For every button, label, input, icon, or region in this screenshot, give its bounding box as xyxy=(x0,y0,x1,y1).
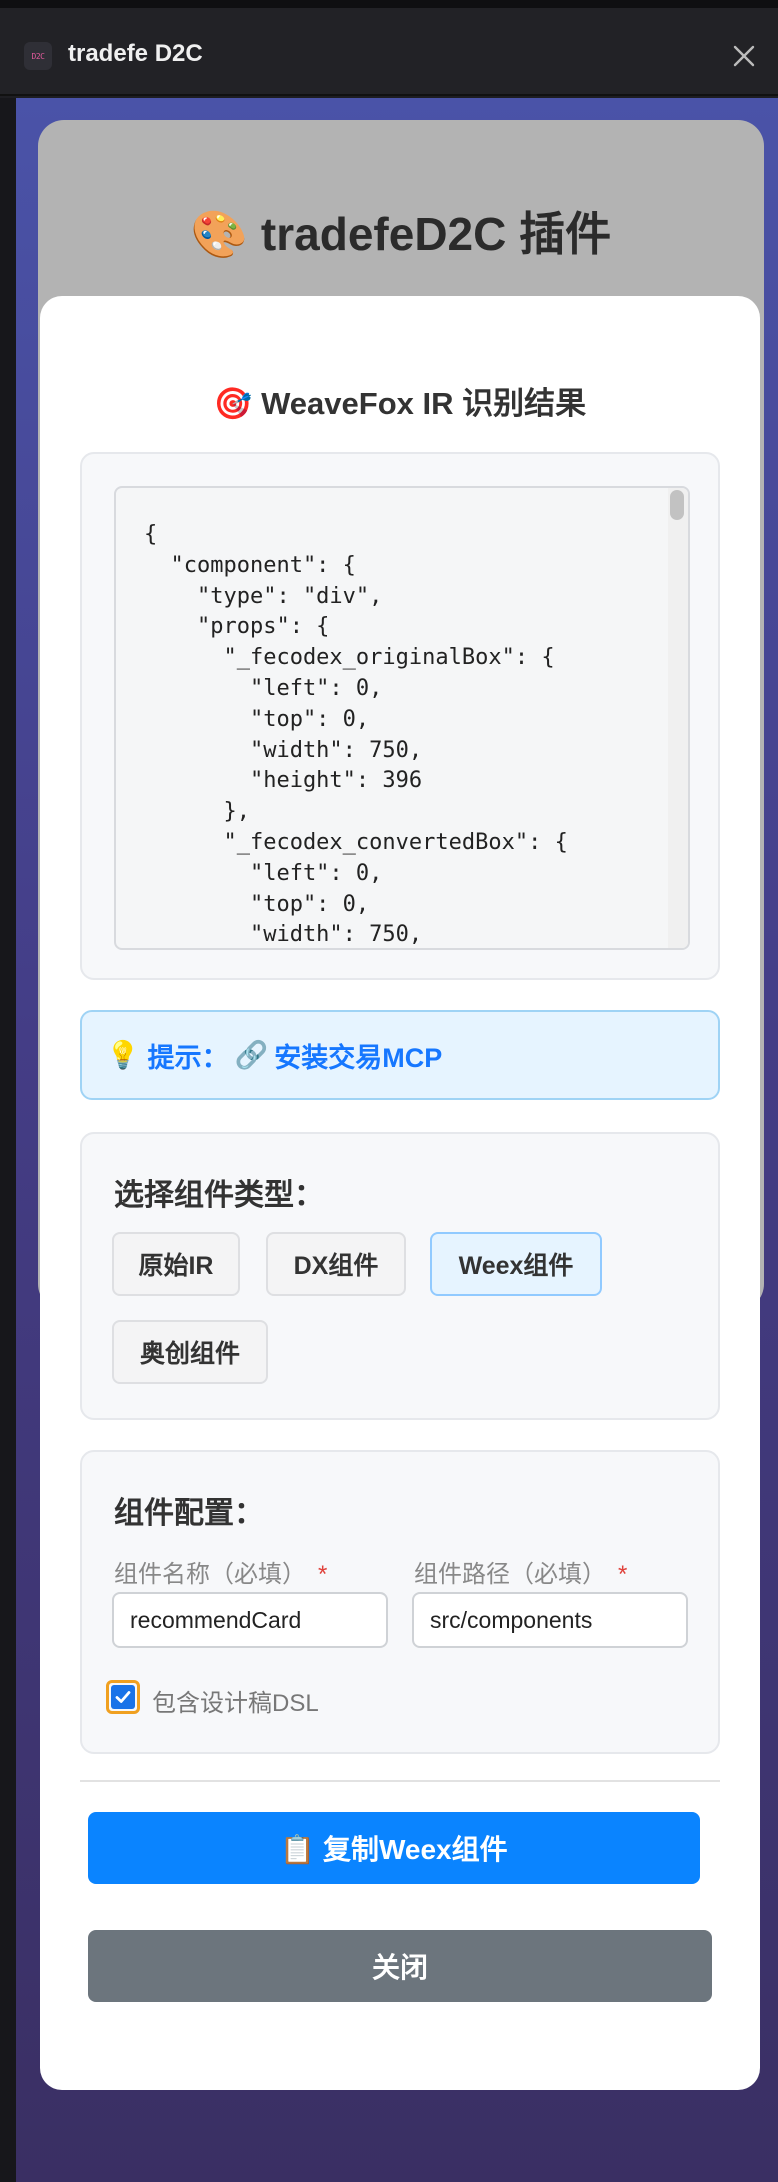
copy-weex-component-button[interactable]: 📋 复制Weex组件 xyxy=(88,1812,700,1884)
type-option-aochuang[interactable]: 奥创组件 xyxy=(112,1320,268,1384)
install-mcp-link[interactable]: 安装交易MCP xyxy=(274,1036,442,1075)
component-name-label: 组件名称（必填） * xyxy=(114,1554,327,1589)
lightbulb-icon: 💡 xyxy=(106,1040,140,1071)
component-name-label-text: 组件名称（必填） xyxy=(114,1561,306,1588)
ir-code-panel: { "component": { "type": "div", "props":… xyxy=(80,452,720,980)
app-icon-text: D2C xyxy=(31,51,45,61)
plugin-title: 🎨 tradefeD2C 插件 xyxy=(190,208,612,260)
modal-divider xyxy=(80,1780,720,1782)
app-icon: D2C xyxy=(24,42,52,70)
component-type-title: 选择组件类型： xyxy=(114,1179,324,1212)
close-icon[interactable] xyxy=(730,42,758,70)
window-title: tradefe D2C xyxy=(68,40,203,67)
component-config-panel: 组件配置： 组件名称（必填） * 组件路径（必填） * 包含设计稿DSL xyxy=(80,1450,720,1754)
ir-code-scrollbar[interactable] xyxy=(668,488,688,948)
include-dsl-label[interactable]: 包含设计稿DSL xyxy=(152,1683,319,1718)
modal-title: 🎯 WeaveFox IR 识别结果 xyxy=(213,386,587,421)
required-mark: * xyxy=(318,1561,328,1588)
component-path-label-text: 组件路径（必填） xyxy=(414,1561,606,1588)
ir-result-modal: 🎯 WeaveFox IR 识别结果 { "component": { "typ… xyxy=(40,296,760,2090)
link-icon: 🔗 xyxy=(234,1040,269,1071)
component-name-input[interactable] xyxy=(112,1592,388,1648)
type-option-dx[interactable]: DX组件 xyxy=(266,1232,406,1296)
required-mark: * xyxy=(618,1561,628,1588)
ir-code-scroll-thumb[interactable] xyxy=(670,490,684,520)
window-titlebar: D2C tradefe D2C xyxy=(0,0,778,96)
include-dsl-checkbox[interactable] xyxy=(106,1680,140,1714)
component-config-title: 组件配置： xyxy=(114,1497,264,1530)
checkmark-icon xyxy=(111,1685,135,1709)
component-path-input[interactable] xyxy=(412,1592,688,1648)
type-option-weex[interactable]: Weex组件 xyxy=(430,1232,602,1296)
tip-prefix: 提示： xyxy=(147,1042,229,1073)
type-option-raw-ir[interactable]: 原始IR xyxy=(112,1232,240,1296)
left-edge-strip xyxy=(0,98,16,2182)
component-path-label: 组件路径（必填） * xyxy=(414,1554,627,1589)
tip-banner: 💡 提示： 🔗 安装交易MCP xyxy=(80,1010,720,1100)
ir-code-box[interactable]: { "component": { "type": "div", "props":… xyxy=(114,486,690,950)
component-type-panel: 选择组件类型： 原始IR DX组件 Weex组件 奥创组件 xyxy=(80,1132,720,1420)
ir-code-text: { "component": { "type": "div", "props":… xyxy=(144,522,568,948)
close-button[interactable]: 关闭 xyxy=(88,1930,712,2002)
